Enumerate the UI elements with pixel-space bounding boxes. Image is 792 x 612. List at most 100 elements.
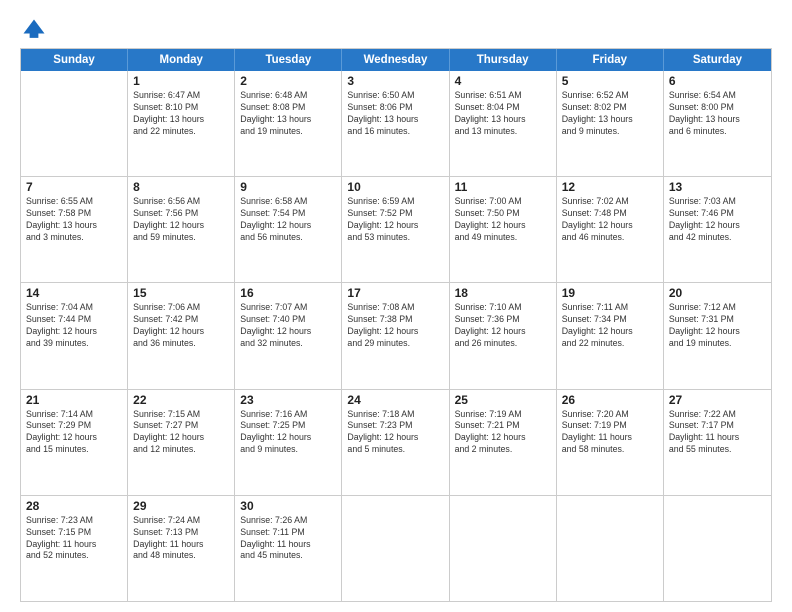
- calendar-header-monday: Monday: [128, 49, 235, 71]
- calendar-cell: 23 Sunrise: 7:16 AM Sunset: 7:25 PM Dayli…: [235, 390, 342, 495]
- calendar-header-saturday: Saturday: [664, 49, 771, 71]
- day-number: 9: [240, 180, 336, 194]
- logo-icon: [20, 16, 48, 44]
- day-number: 10: [347, 180, 443, 194]
- calendar-week-5: 28 Sunrise: 7:23 AM Sunset: 7:15 PM Dayli…: [21, 495, 771, 601]
- calendar-cell: 22Sunrise: 7:15 AM Sunset: 7:27 PM Dayli…: [128, 390, 235, 495]
- calendar-cell: 2 Sunrise: 6:48 AM Sunset: 8:08 PM Daylig…: [235, 71, 342, 176]
- day-info: Sunrise: 7:14 AM Sunset: 7:29 PM Dayligh…: [26, 409, 122, 457]
- calendar-cell: 6 Sunrise: 6:54 AM Sunset: 8:00 PM Daylig…: [664, 71, 771, 176]
- day-number: 17: [347, 286, 443, 300]
- day-number: 21: [26, 393, 122, 407]
- calendar-cell: 19 Sunrise: 7:11 AM Sunset: 7:34 PM Dayli…: [557, 283, 664, 388]
- day-info: Sunrise: 7:16 AM Sunset: 7:25 PM Dayligh…: [240, 409, 336, 457]
- day-number: 1: [133, 74, 229, 88]
- day-number: 15: [133, 286, 229, 300]
- calendar-cell: 29Sunrise: 7:24 AM Sunset: 7:13 PM Dayli…: [128, 496, 235, 601]
- day-number: 4: [455, 74, 551, 88]
- day-number: 12: [562, 180, 658, 194]
- day-info: Sunrise: 6:48 AM Sunset: 8:08 PM Dayligh…: [240, 90, 336, 138]
- calendar-cell: 24 Sunrise: 7:18 AM Sunset: 7:23 PM Dayli…: [342, 390, 449, 495]
- day-number: 26: [562, 393, 658, 407]
- calendar-cell: 11Sunrise: 7:00 AM Sunset: 7:50 PM Dayli…: [450, 177, 557, 282]
- day-info: Sunrise: 6:55 AM Sunset: 7:58 PM Dayligh…: [26, 196, 122, 244]
- calendar: SundayMondayTuesdayWednesdayThursdayFrid…: [20, 48, 772, 602]
- page: SundayMondayTuesdayWednesdayThursdayFrid…: [0, 0, 792, 612]
- day-number: 25: [455, 393, 551, 407]
- day-number: 20: [669, 286, 766, 300]
- day-info: Sunrise: 7:10 AM Sunset: 7:36 PM Dayligh…: [455, 302, 551, 350]
- day-info: Sunrise: 7:07 AM Sunset: 7:40 PM Dayligh…: [240, 302, 336, 350]
- day-number: 8: [133, 180, 229, 194]
- calendar-cell: 27 Sunrise: 7:22 AM Sunset: 7:17 PM Dayli…: [664, 390, 771, 495]
- calendar-cell: [557, 496, 664, 601]
- calendar-header-thursday: Thursday: [450, 49, 557, 71]
- day-number: 3: [347, 74, 443, 88]
- day-number: 2: [240, 74, 336, 88]
- day-number: 22: [133, 393, 229, 407]
- calendar-cell: 13 Sunrise: 7:03 AM Sunset: 7:46 PM Dayli…: [664, 177, 771, 282]
- day-info: Sunrise: 6:59 AM Sunset: 7:52 PM Dayligh…: [347, 196, 443, 244]
- calendar-cell: 15 Sunrise: 7:06 AM Sunset: 7:42 PM Dayli…: [128, 283, 235, 388]
- day-number: 7: [26, 180, 122, 194]
- calendar-week-4: 21 Sunrise: 7:14 AM Sunset: 7:29 PM Dayli…: [21, 389, 771, 495]
- calendar-cell: 16 Sunrise: 7:07 AM Sunset: 7:40 PM Dayli…: [235, 283, 342, 388]
- calendar-header-friday: Friday: [557, 49, 664, 71]
- day-info: Sunrise: 6:47 AM Sunset: 8:10 PM Dayligh…: [133, 90, 229, 138]
- day-info: Sunrise: 7:08 AM Sunset: 7:38 PM Dayligh…: [347, 302, 443, 350]
- calendar-cell: 14 Sunrise: 7:04 AM Sunset: 7:44 PM Dayli…: [21, 283, 128, 388]
- day-info: Sunrise: 7:22 AM Sunset: 7:17 PM Dayligh…: [669, 409, 766, 457]
- calendar-cell: 21 Sunrise: 7:14 AM Sunset: 7:29 PM Dayli…: [21, 390, 128, 495]
- day-info: Sunrise: 7:04 AM Sunset: 7:44 PM Dayligh…: [26, 302, 122, 350]
- day-number: 16: [240, 286, 336, 300]
- header: [20, 16, 772, 44]
- day-number: 23: [240, 393, 336, 407]
- day-info: Sunrise: 7:06 AM Sunset: 7:42 PM Dayligh…: [133, 302, 229, 350]
- calendar-cell: 9 Sunrise: 6:58 AM Sunset: 7:54 PM Daylig…: [235, 177, 342, 282]
- calendar-cell: [450, 496, 557, 601]
- calendar-cell: 12Sunrise: 7:02 AM Sunset: 7:48 PM Dayli…: [557, 177, 664, 282]
- day-number: 11: [455, 180, 551, 194]
- day-info: Sunrise: 7:03 AM Sunset: 7:46 PM Dayligh…: [669, 196, 766, 244]
- day-info: Sunrise: 7:18 AM Sunset: 7:23 PM Dayligh…: [347, 409, 443, 457]
- calendar-cell: 30 Sunrise: 7:26 AM Sunset: 7:11 PM Dayli…: [235, 496, 342, 601]
- calendar-cell: [21, 71, 128, 176]
- day-number: 19: [562, 286, 658, 300]
- calendar-week-2: 7 Sunrise: 6:55 AM Sunset: 7:58 PM Daylig…: [21, 176, 771, 282]
- calendar-cell: 18 Sunrise: 7:10 AM Sunset: 7:36 PM Dayli…: [450, 283, 557, 388]
- calendar-cell: 17 Sunrise: 7:08 AM Sunset: 7:38 PM Dayli…: [342, 283, 449, 388]
- day-number: 14: [26, 286, 122, 300]
- calendar-week-3: 14 Sunrise: 7:04 AM Sunset: 7:44 PM Dayli…: [21, 282, 771, 388]
- calendar-cell: 10 Sunrise: 6:59 AM Sunset: 7:52 PM Dayli…: [342, 177, 449, 282]
- day-number: 24: [347, 393, 443, 407]
- day-number: 13: [669, 180, 766, 194]
- day-info: Sunrise: 7:26 AM Sunset: 7:11 PM Dayligh…: [240, 515, 336, 563]
- calendar-cell: 1 Sunrise: 6:47 AM Sunset: 8:10 PM Daylig…: [128, 71, 235, 176]
- calendar-cell: [664, 496, 771, 601]
- day-info: Sunrise: 6:52 AM Sunset: 8:02 PM Dayligh…: [562, 90, 658, 138]
- calendar-cell: 8 Sunrise: 6:56 AM Sunset: 7:56 PM Daylig…: [128, 177, 235, 282]
- logo: [20, 16, 52, 44]
- day-info: Sunrise: 6:54 AM Sunset: 8:00 PM Dayligh…: [669, 90, 766, 138]
- calendar-cell: 20Sunrise: 7:12 AM Sunset: 7:31 PM Dayli…: [664, 283, 771, 388]
- day-info: Sunrise: 6:56 AM Sunset: 7:56 PM Dayligh…: [133, 196, 229, 244]
- day-number: 28: [26, 499, 122, 513]
- calendar-header-row: SundayMondayTuesdayWednesdayThursdayFrid…: [21, 49, 771, 71]
- day-number: 18: [455, 286, 551, 300]
- calendar-cell: 26Sunrise: 7:20 AM Sunset: 7:19 PM Dayli…: [557, 390, 664, 495]
- calendar-cell: [342, 496, 449, 601]
- day-number: 27: [669, 393, 766, 407]
- day-number: 6: [669, 74, 766, 88]
- day-info: Sunrise: 6:58 AM Sunset: 7:54 PM Dayligh…: [240, 196, 336, 244]
- calendar-header-wednesday: Wednesday: [342, 49, 449, 71]
- calendar-cell: 3 Sunrise: 6:50 AM Sunset: 8:06 PM Daylig…: [342, 71, 449, 176]
- day-number: 30: [240, 499, 336, 513]
- day-info: Sunrise: 7:23 AM Sunset: 7:15 PM Dayligh…: [26, 515, 122, 563]
- calendar-header-sunday: Sunday: [21, 49, 128, 71]
- calendar-cell: 7 Sunrise: 6:55 AM Sunset: 7:58 PM Daylig…: [21, 177, 128, 282]
- day-info: Sunrise: 7:11 AM Sunset: 7:34 PM Dayligh…: [562, 302, 658, 350]
- day-info: Sunrise: 6:51 AM Sunset: 8:04 PM Dayligh…: [455, 90, 551, 138]
- calendar-cell: 4 Sunrise: 6:51 AM Sunset: 8:04 PM Daylig…: [450, 71, 557, 176]
- day-info: Sunrise: 7:24 AM Sunset: 7:13 PM Dayligh…: [133, 515, 229, 563]
- day-info: Sunrise: 6:50 AM Sunset: 8:06 PM Dayligh…: [347, 90, 443, 138]
